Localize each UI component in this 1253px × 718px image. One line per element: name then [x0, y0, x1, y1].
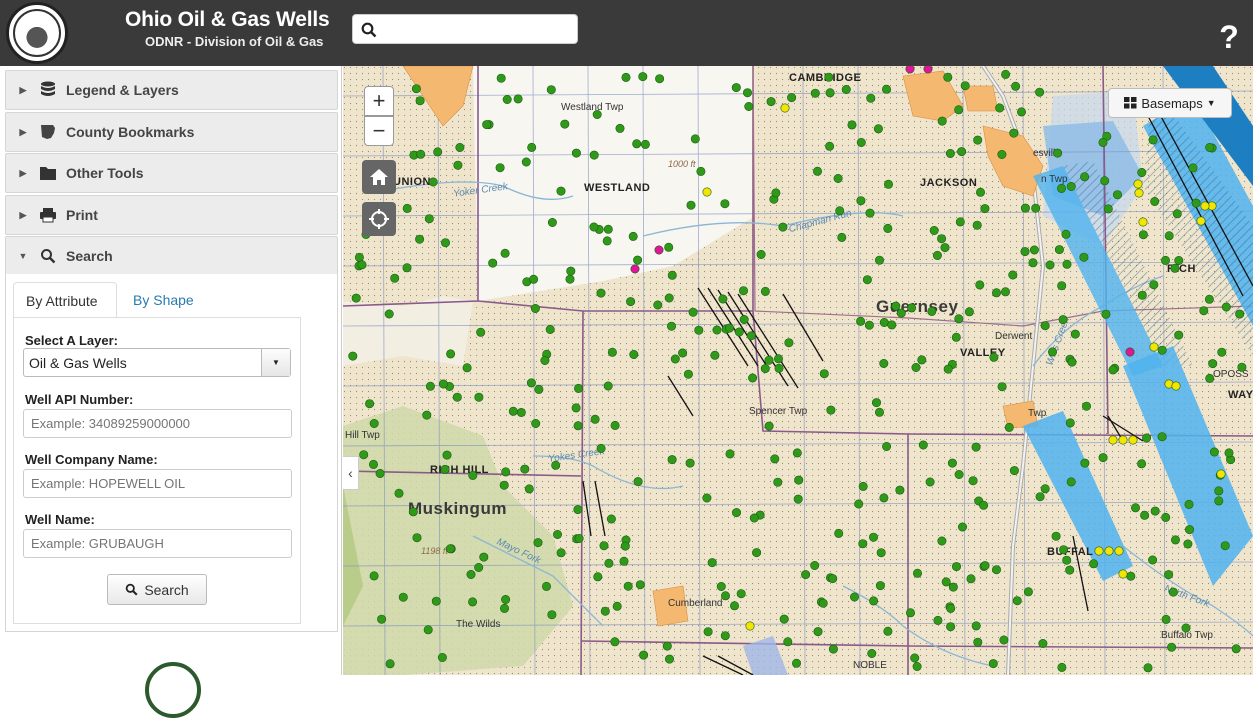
reclaimed-area: [343, 296, 473, 366]
label-n-twp: n Twp: [1041, 174, 1068, 185]
sidebar: ▶ Legend & Layers ▶ County Bookmarks ▶ O…: [0, 66, 342, 718]
caret-right-icon: ▶: [19, 167, 27, 178]
company-name-input[interactable]: [23, 469, 292, 498]
locate-button[interactable]: [362, 202, 396, 236]
magnifier-icon: [38, 248, 58, 264]
ohio-shape-icon: [38, 124, 58, 140]
label-valley: VALLEY: [960, 347, 1006, 359]
dropdown-arrow-icon[interactable]: ▼: [261, 349, 290, 376]
label-rich-hill: RICH HILL: [430, 464, 489, 476]
zoom-in-button[interactable]: +: [364, 86, 394, 116]
label-jackson: JACKSON: [920, 177, 978, 189]
label-rich: RICH: [1167, 263, 1196, 275]
caret-right-icon: ▶: [19, 209, 27, 220]
basemaps-label: Basemaps: [1141, 95, 1203, 111]
api-number-input[interactable]: [23, 409, 292, 438]
panel-other-tools[interactable]: ▶ Other Tools: [5, 153, 338, 193]
label-cambridge: CAMBRIDGE: [789, 72, 862, 84]
panel-legend-layers[interactable]: ▶ Legend & Layers: [5, 70, 338, 110]
search-button[interactable]: Search: [107, 574, 207, 605]
label-the-wilds: The Wilds: [456, 619, 501, 630]
label-esville: esville: [1033, 148, 1061, 159]
well-name-input[interactable]: [23, 529, 292, 558]
caret-down-icon: ▼: [18, 251, 28, 261]
caret-right-icon: ▶: [19, 126, 27, 137]
search-icon: [126, 583, 138, 596]
collapse-sidebar-button[interactable]: ‹: [343, 456, 359, 490]
label-noble: NOBLE: [853, 660, 887, 671]
search-button-label: Search: [144, 581, 189, 598]
caret-down-icon: ▼: [1206, 98, 1216, 108]
api-label: Well API Number:: [25, 392, 134, 407]
layer-select-value: Oil & Gas Wells: [29, 355, 127, 371]
database-icon: [38, 81, 58, 99]
map-canvas[interactable]: [343, 66, 1253, 675]
tab-by-attribute[interactable]: By Attribute: [13, 282, 117, 318]
label-westland: WESTLAND: [584, 182, 651, 194]
label-guernsey: Guernsey: [876, 297, 959, 316]
app-title: Ohio Oil & Gas Wells: [125, 8, 330, 31]
label-oppossum: OPOSS: [1213, 369, 1249, 380]
home-button[interactable]: [362, 160, 396, 194]
printer-icon: [38, 207, 58, 223]
map-view[interactable]: CAMBRIDGE Westland Twp UNION WESTLAND JA…: [343, 66, 1253, 675]
odnr-logo: [6, 2, 68, 64]
address-search-input[interactable]: [383, 19, 573, 41]
app-subtitle: ODNR - Division of Oil & Gas: [145, 34, 324, 49]
label-derwent: Derwent: [995, 331, 1033, 342]
chevron-left-icon: ‹: [348, 465, 353, 481]
caret-right-icon: ▶: [19, 84, 27, 95]
well-name-label: Well Name:: [25, 512, 95, 527]
top-bar: Ohio Oil & Gas Wells ODNR - Division of …: [0, 0, 1253, 66]
label-elev-1198: 1198 ft: [421, 546, 448, 556]
panel-print[interactable]: ▶ Print: [5, 195, 338, 235]
panel-label: County Bookmarks: [66, 124, 195, 140]
label-elev-1000: 1000 ft: [668, 159, 696, 169]
basemaps-button[interactable]: Basemaps ▼: [1108, 88, 1232, 118]
label-muskingum: Muskingum: [408, 499, 507, 518]
label-union: UNION: [393, 176, 431, 188]
label-hill-twp: Hill Twp: [345, 430, 380, 441]
tab-by-shape[interactable]: By Shape: [121, 282, 211, 318]
panel-county-bookmarks[interactable]: ▶ County Bookmarks: [5, 112, 338, 152]
label-buffalo-twp: Buffalo Twp: [1161, 630, 1213, 641]
panel-label: Print: [66, 207, 98, 223]
search-panel-body: By Attribute By Shape Select A Layer: Oi…: [5, 274, 338, 632]
search-icon: [361, 22, 377, 38]
zoom-out-button[interactable]: −: [364, 116, 394, 146]
panel-label: Legend & Layers: [66, 82, 179, 98]
panel-label: Search: [66, 248, 113, 264]
folder-icon: [38, 165, 58, 181]
attribute-search-form: Select A Layer: Oil & Gas Wells ▼ Well A…: [13, 317, 301, 624]
panel-label: Other Tools: [66, 165, 144, 181]
address-search-box[interactable]: [352, 14, 578, 44]
home-icon: [370, 169, 388, 185]
company-label: Well Company Name:: [25, 452, 158, 467]
label-spencer-twp: Spencer Twp: [749, 406, 808, 417]
label-buffalo: BUFFAL: [1047, 546, 1094, 558]
layer-label: Select A Layer:: [25, 333, 118, 348]
label-wayne: WAYN: [1228, 389, 1253, 401]
label-twp: Twp: [1028, 408, 1047, 419]
layer-select[interactable]: Oil & Gas Wells ▼: [23, 348, 291, 377]
label-westland-twp: Westland Twp: [561, 102, 624, 113]
label-cumberland: Cumberland: [668, 598, 723, 609]
panel-search[interactable]: ▼ Search: [5, 236, 338, 276]
grid-icon: [1124, 97, 1137, 109]
natural-resources-seal: [145, 662, 201, 718]
help-icon[interactable]: ?: [1215, 20, 1243, 54]
crosshair-icon: [369, 209, 389, 229]
